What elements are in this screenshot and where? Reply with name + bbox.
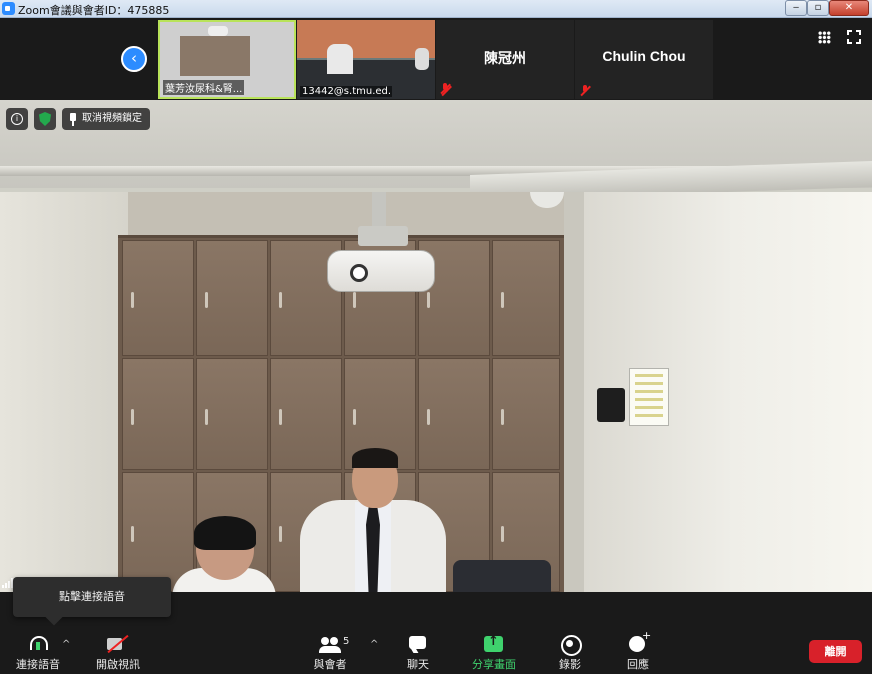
start-video-label: 開啟視訊 xyxy=(96,658,140,671)
join-audio-button[interactable]: 連接語音 xyxy=(8,634,68,672)
join-audio-label: 連接語音 xyxy=(16,658,60,671)
video-projector-mount xyxy=(358,226,408,246)
tile-video-projector xyxy=(208,26,228,36)
participants-options-caret[interactable]: ^ xyxy=(370,639,378,650)
unpin-video-button[interactable]: 取消視頻鎖定 xyxy=(62,108,150,130)
video-wall-left xyxy=(0,192,128,592)
share-screen-label: 分享畫面 xyxy=(472,658,516,671)
info-icon: i xyxy=(11,113,23,125)
video-wall-corner xyxy=(564,192,584,592)
participants-button[interactable]: 與會者 xyxy=(300,634,360,672)
mic-muted-icon xyxy=(580,85,590,96)
chat-button[interactable]: 聊天 xyxy=(388,634,448,672)
participant-caption: 葉芳汝尿科&腎... xyxy=(163,80,245,95)
start-video-button[interactable]: 開啟視訊 xyxy=(88,634,148,672)
minimize-button[interactable]: ‒ xyxy=(785,0,807,16)
join-audio-tooltip: 點擊連接語音 xyxy=(13,577,171,617)
video-attendee xyxy=(172,516,276,592)
meeting-info-button[interactable]: i xyxy=(6,108,28,130)
participant-tile-3[interactable]: 陳冠州 xyxy=(436,20,574,99)
headphone-icon xyxy=(27,634,49,654)
participants-icon xyxy=(319,634,341,654)
participant-tile-2[interactable]: 13442@s.tmu.ed... xyxy=(297,20,435,99)
record-button[interactable]: 錄影 xyxy=(540,634,600,672)
participant-name: 陳冠州 xyxy=(484,50,526,66)
record-icon xyxy=(559,634,582,656)
mic-muted-icon xyxy=(440,83,450,94)
reactions-button[interactable]: 回應 xyxy=(608,629,668,672)
video-wall-phone xyxy=(597,388,625,422)
participants-label: 與會者 xyxy=(313,658,347,671)
participant-caption: 13442@s.tmu.ed... xyxy=(300,86,392,97)
shield-icon xyxy=(39,112,51,126)
chat-label: 聊天 xyxy=(407,658,429,671)
main-video xyxy=(0,100,872,592)
leave-meeting-button[interactable]: 離開 xyxy=(809,640,862,663)
previous-page-button[interactable]: ‹ xyxy=(121,46,147,72)
close-window-button[interactable]: ✕ xyxy=(829,0,869,16)
video-speaker xyxy=(300,448,446,592)
participant-name: Chulin Chou xyxy=(602,48,686,64)
video-wall-notice xyxy=(629,368,669,426)
tile-video-person xyxy=(415,48,429,70)
tile-video-feed xyxy=(180,36,250,76)
video-projector xyxy=(327,250,435,292)
maximize-button[interactable]: ▫ xyxy=(807,0,829,16)
tile-video-person xyxy=(327,44,353,74)
gallery-view-icon[interactable] xyxy=(818,31,831,44)
reactions-icon xyxy=(627,629,651,654)
participants-count: 5 xyxy=(343,636,350,647)
window-title: Zoom會議與會者ID：475885 xyxy=(18,4,170,17)
title-bar: Zoom會議與會者ID：475885 ‒ ▫ ✕ xyxy=(0,0,872,18)
zoom-app-icon xyxy=(2,2,15,15)
chat-icon xyxy=(407,634,429,654)
audio-options-caret[interactable]: ^ xyxy=(62,639,70,650)
video-projector-lens xyxy=(350,264,368,282)
reactions-label: 回應 xyxy=(627,658,649,671)
video-chair xyxy=(453,560,551,592)
video-off-icon xyxy=(107,634,129,654)
share-screen-button[interactable]: 分享畫面 xyxy=(464,634,524,672)
record-label: 錄影 xyxy=(559,658,581,671)
participant-tile-1[interactable]: 葉芳汝尿科&腎... xyxy=(158,20,296,99)
zoom-meeting-window: Zoom會議與會者ID：475885 ‒ ▫ ✕ ‹ 葉芳汝尿科&腎... 13… xyxy=(0,0,872,674)
participant-tile-4[interactable]: Chulin Chou xyxy=(575,20,713,99)
share-screen-icon xyxy=(483,634,505,654)
security-button[interactable] xyxy=(34,108,56,130)
fullscreen-icon[interactable] xyxy=(847,30,861,44)
